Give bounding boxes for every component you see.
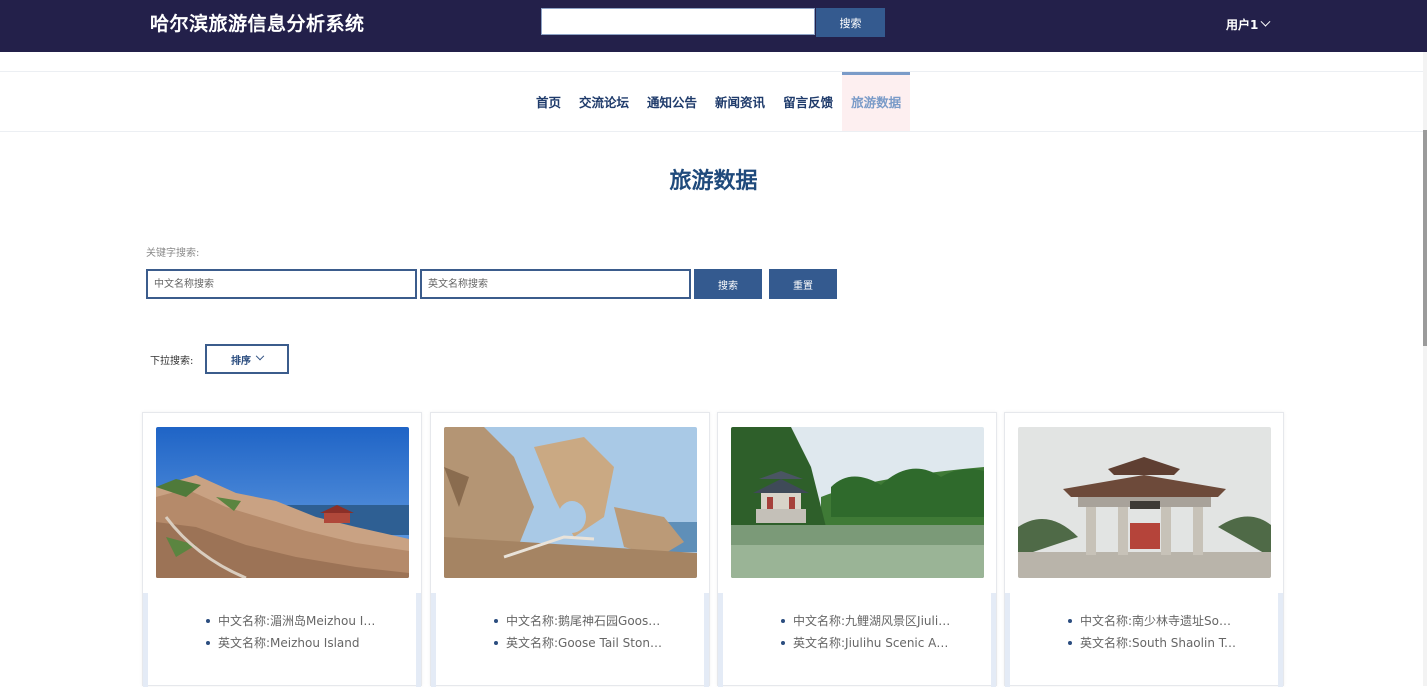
nav-item-feedback[interactable]: 留言反馈 xyxy=(774,72,842,131)
nav-item-forum[interactable]: 交流论坛 xyxy=(570,72,638,131)
site-title: 哈尔滨旅游信息分析系统 xyxy=(150,13,365,35)
lake-pavilion-image[interactable] xyxy=(731,427,984,578)
card-english-name: 英文名称:South Shaolin Temple Ruins xyxy=(1068,632,1238,654)
search-button[interactable]: 搜索 xyxy=(694,269,762,299)
card-chinese-name: 中文名称:九鲤湖风景区Jiulihu Scenic Area xyxy=(781,610,951,632)
user-menu[interactable]: 用户1 xyxy=(1226,16,1271,33)
nav-item-notices[interactable]: 通知公告 xyxy=(638,72,706,131)
nav-item-travel-data[interactable]: 旅游数据 xyxy=(842,72,911,131)
card-info: 中文名称:南少林寺遗址South Shaolin Temple Ruins 英文… xyxy=(1005,593,1283,687)
nav-item-home[interactable]: 首页 xyxy=(527,72,570,131)
card-english-name: 英文名称:Goose Tail Stone Park xyxy=(494,632,664,654)
attraction-card[interactable]: 中文名称:南少林寺遗址South Shaolin Temple Ruins 英文… xyxy=(1004,412,1284,687)
keyword-search-label: 关键字搜索: xyxy=(146,248,200,259)
rock-arch-image[interactable] xyxy=(444,427,697,578)
card-chinese-name: 中文名称:南少林寺遗址South Shaolin Temple Ruins xyxy=(1068,610,1238,632)
card-chinese-name: 中文名称:鹅尾神石园Goose Tail Stone Park xyxy=(494,610,664,632)
nav-divider-bottom xyxy=(0,131,1427,132)
english-name-search-input[interactable] xyxy=(420,269,691,299)
header-search-button[interactable]: 搜索 xyxy=(816,8,885,37)
card-info: 中文名称:鹅尾神石园Goose Tail Stone Park 英文名称:Goo… xyxy=(431,593,709,687)
temple-gate-image[interactable] xyxy=(1018,427,1271,578)
reset-button[interactable]: 重置 xyxy=(769,269,837,299)
header-search-input[interactable] xyxy=(541,8,815,35)
user-label: 用户1 xyxy=(1226,18,1259,32)
chevron-down-icon xyxy=(1260,16,1271,27)
sort-dropdown-button[interactable]: 排序 xyxy=(205,344,289,374)
card-info: 中文名称:九鲤湖风景区Jiulihu Scenic Area 英文名称:Jiul… xyxy=(718,593,996,687)
card-chinese-name: 中文名称:湄洲岛Meizhou Island xyxy=(206,610,376,632)
nav-item-news[interactable]: 新闻资讯 xyxy=(706,72,774,131)
chevron-down-icon xyxy=(255,351,265,361)
top-header: 哈尔滨旅游信息分析系统 搜索 用户1 xyxy=(0,0,1427,52)
card-english-name: 英文名称:Meizhou Island xyxy=(206,632,376,654)
main-nav: 首页 交流论坛 通知公告 新闻资讯 留言反馈 旅游数据 xyxy=(527,72,911,131)
dropdown-search-label: 下拉搜索: xyxy=(150,356,194,367)
card-info: 中文名称:湄洲岛Meizhou Island 英文名称:Meizhou Isla… xyxy=(143,593,421,687)
attraction-card[interactable]: 中文名称:鹅尾神石园Goose Tail Stone Park 英文名称:Goo… xyxy=(430,412,710,687)
island-coast-image[interactable] xyxy=(156,427,409,578)
attraction-card[interactable]: 中文名称:湄洲岛Meizhou Island 英文名称:Meizhou Isla… xyxy=(142,412,422,687)
card-english-name: 英文名称:Jiulihu Scenic Area xyxy=(781,632,951,654)
attraction-card[interactable]: 中文名称:九鲤湖风景区Jiulihu Scenic Area 英文名称:Jiul… xyxy=(717,412,997,687)
page-title: 旅游数据 xyxy=(669,169,758,194)
chinese-name-search-input[interactable] xyxy=(146,269,417,299)
sort-label: 排序 xyxy=(231,355,251,367)
